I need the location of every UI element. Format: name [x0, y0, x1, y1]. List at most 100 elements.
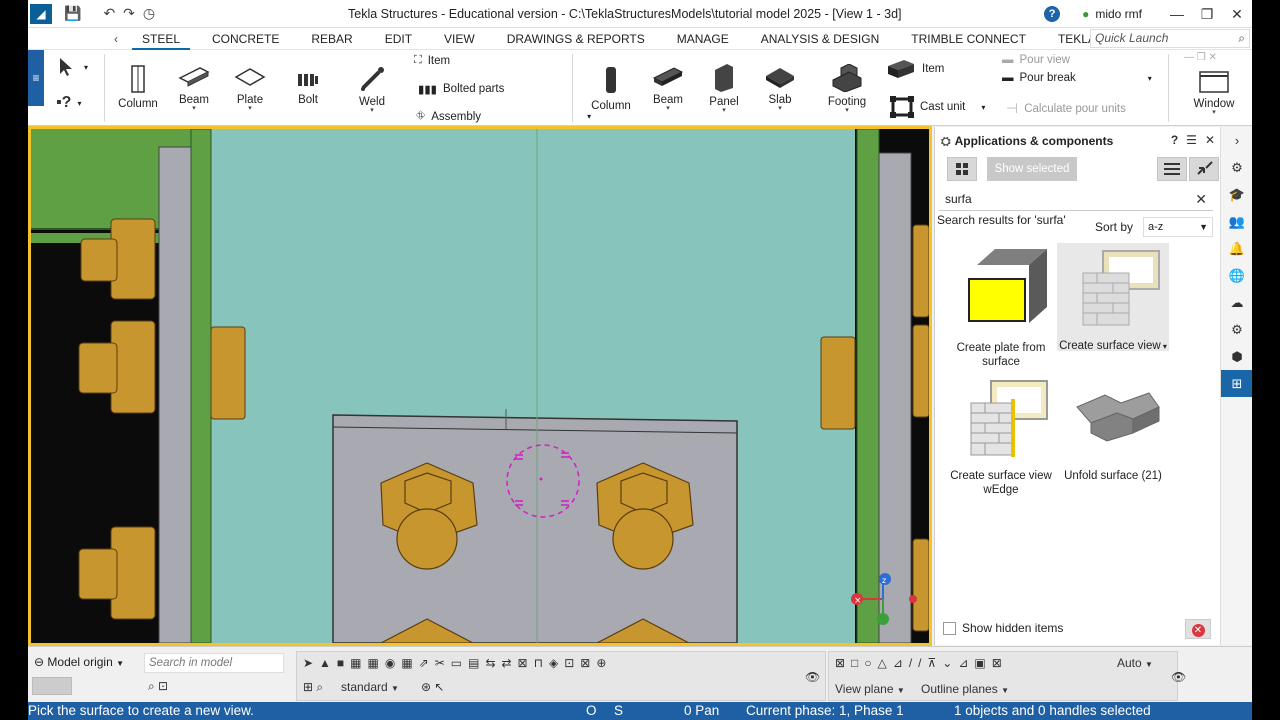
history-icon[interactable]: ◷: [143, 5, 155, 22]
show-selected-button[interactable]: Show selected: [987, 157, 1077, 181]
quick-access-toolbar: 💾 ↶ ↷ ◷: [64, 5, 155, 22]
minimize-button[interactable]: —: [1162, 6, 1192, 22]
cast-unit-button[interactable]: Cast unit ▾: [890, 96, 985, 118]
property-icon[interactable]: ⚙: [1221, 154, 1252, 181]
chevron-left-icon[interactable]: ‹: [106, 32, 126, 46]
concrete-panel-button[interactable]: Panel ▾: [702, 62, 746, 114]
component-search-input[interactable]: surfa ✕: [939, 189, 1213, 211]
search-in-model-input[interactable]: Search in model: [144, 653, 284, 673]
tab-analysis-design[interactable]: ANALYSIS & DESIGN: [745, 28, 895, 50]
tab-trimble-connect[interactable]: TRIMBLE CONNECT: [895, 28, 1042, 50]
concrete-footing-button[interactable]: Footing ▾: [822, 64, 872, 114]
panel-toolbar: Show selected: [943, 157, 1219, 181]
search-icon: ⌕: [1238, 31, 1245, 45]
pour-break-button[interactable]: ▬ Pour break ▾: [1002, 72, 1152, 84]
steel-item-button[interactable]: ⛶ Item: [414, 54, 450, 67]
calculate-pour-units-button[interactable]: ⊣ Calculate pour units: [1006, 100, 1126, 117]
panel-close-icon[interactable]: ✕: [1205, 133, 1215, 147]
save-icon[interactable]: 💾: [64, 5, 81, 22]
model-scene[interactable]: × z: [31, 129, 929, 643]
collapse-button[interactable]: [1189, 157, 1219, 181]
footing-icon: [832, 64, 862, 92]
learning-icon[interactable]: 🎓: [1221, 181, 1252, 208]
catalog-icon[interactable]: ☰: [1186, 133, 1197, 147]
steel-bolt-button[interactable]: Bolt: [286, 70, 330, 106]
globe-icon[interactable]: 🌐: [1221, 262, 1252, 289]
user-icon: ●: [1082, 7, 1090, 21]
outline-planes-select[interactable]: Outline planes ▼: [921, 682, 1009, 696]
snap-tool[interactable]: ▪? ▾: [56, 94, 81, 112]
component-create-surface-view[interactable]: Create surface view ▾: [1057, 243, 1169, 352]
close-button[interactable]: ✕: [1222, 6, 1252, 23]
component-create-plate-from-surface[interactable]: Create plate from surface: [945, 245, 1057, 368]
clear-search-icon[interactable]: ✕: [1195, 189, 1207, 209]
view-plane-select[interactable]: View plane ▼: [835, 682, 905, 696]
list-view-button[interactable]: [1157, 157, 1187, 181]
auto-select[interactable]: Auto ▼: [1117, 656, 1153, 670]
steel-column-button[interactable]: Column: [116, 64, 160, 110]
settings-gear-icon[interactable]: ⚙: [1221, 316, 1252, 343]
concrete-column-button[interactable]: Column: [588, 64, 634, 112]
steel-weld-button[interactable]: Weld ▾: [350, 64, 394, 114]
slab-icon: [766, 68, 794, 88]
assembly-button[interactable]: ⛗ Assembly ▾: [416, 110, 591, 123]
users-icon[interactable]: 👥: [1221, 208, 1252, 235]
redo-icon[interactable]: ↷: [123, 5, 135, 22]
model-view-3d[interactable]: × z: [28, 126, 932, 646]
restore-button[interactable]: ❐: [1192, 6, 1222, 23]
select-arrow-tool[interactable]: ▾: [56, 56, 88, 78]
search-model-icon[interactable]: ⌕ ⊡: [148, 679, 168, 694]
tab-rebar[interactable]: REBAR: [295, 28, 368, 50]
show-hidden-checkbox[interactable]: [943, 621, 956, 635]
standard-select[interactable]: standard ▼: [341, 680, 399, 694]
bolted-parts-button[interactable]: ▮▮▮ Bolted parts: [418, 82, 504, 96]
tab-view[interactable]: VIEW: [428, 28, 491, 50]
help-circle-icon[interactable]: ?: [1171, 133, 1178, 147]
tab-concrete[interactable]: CONCRETE: [196, 28, 295, 50]
filter-settings-icons[interactable]: ⊛ ↖: [421, 680, 444, 694]
svg-text:×: ×: [854, 596, 862, 606]
user-account[interactable]: ● mido rmf: [1082, 7, 1142, 21]
cube-icon[interactable]: ⬢: [1221, 343, 1252, 370]
concrete-item-icon: [888, 60, 914, 78]
tab-steel[interactable]: STEEL: [126, 28, 196, 50]
model-origin-select[interactable]: ⊖ Model origin ▼: [34, 655, 124, 669]
ribbon-tabs: ‹ STEEL CONCRETE REBAR EDIT VIEW DRAWING…: [28, 28, 1252, 50]
sort-select[interactable]: a-z ▼: [1143, 217, 1214, 237]
tekla-logo-icon[interactable]: ◢: [30, 3, 52, 24]
tab-manage[interactable]: MANAGE: [661, 28, 745, 50]
concrete-beam-button[interactable]: Beam ▾: [646, 64, 690, 112]
tab-drawings-reports[interactable]: DRAWINGS & REPORTS: [491, 28, 661, 50]
selection-switch-icons[interactable]: ➤▲■▦▦◉▦⇗✂▭▤⇆⇄⊠⊓◈⊡⊠⊕: [303, 656, 612, 670]
pour-view-button[interactable]: ▬ Pour view: [1002, 54, 1070, 66]
show-hidden-items[interactable]: Show hidden items: [943, 621, 1063, 635]
cloud-icon[interactable]: ☁: [1221, 289, 1252, 316]
window-button[interactable]: Window ▾: [1184, 70, 1244, 116]
help-icon[interactable]: ?: [1044, 6, 1061, 22]
origin-icon: ⊖: [34, 655, 45, 669]
menu-hamburger-icon[interactable]: ≡: [28, 50, 44, 106]
snap-switch-icons[interactable]: ⊠□○△⊿//⊼⌄⊿▣⊠: [835, 656, 1008, 670]
collapse-arrows-icon: [1197, 161, 1213, 175]
applications-components-icon[interactable]: ⊞: [1221, 370, 1252, 397]
component-create-surface-view-wedge[interactable]: Create surface view wEdge: [945, 373, 1057, 496]
component-unfold-surface[interactable]: Unfold surface (21): [1057, 373, 1169, 482]
concrete-item-button[interactable]: Item: [886, 58, 944, 80]
tab-edit[interactable]: EDIT: [369, 28, 428, 50]
calculate-pour-icon: ⊣: [1006, 100, 1019, 116]
grid-view-button[interactable]: [947, 157, 977, 181]
quick-launch-input[interactable]: Quick Launch ⌕: [1090, 29, 1250, 48]
eye-icon[interactable]: 👁: [805, 670, 820, 684]
notification-bell-icon[interactable]: 🔔: [1221, 235, 1252, 262]
concrete-slab-button[interactable]: Slab ▾: [758, 64, 802, 112]
steel-plate-button[interactable]: Plate ▾: [228, 64, 272, 112]
steel-beam-button[interactable]: Beam ▾: [172, 64, 216, 112]
search-results-label: Search results for 'surfa': [937, 213, 1066, 227]
window-icon: [1199, 71, 1229, 93]
expand-pane-icon[interactable]: ›: [1221, 127, 1252, 154]
undo-icon[interactable]: ↶: [103, 5, 115, 22]
snap-eye-icon[interactable]: 👁: [1171, 670, 1186, 684]
panel-cancel-button[interactable]: ✕: [1185, 619, 1211, 639]
filter-icons[interactable]: ⊞ ⌕: [303, 680, 323, 695]
assembly-icon: ⛗: [416, 110, 426, 122]
